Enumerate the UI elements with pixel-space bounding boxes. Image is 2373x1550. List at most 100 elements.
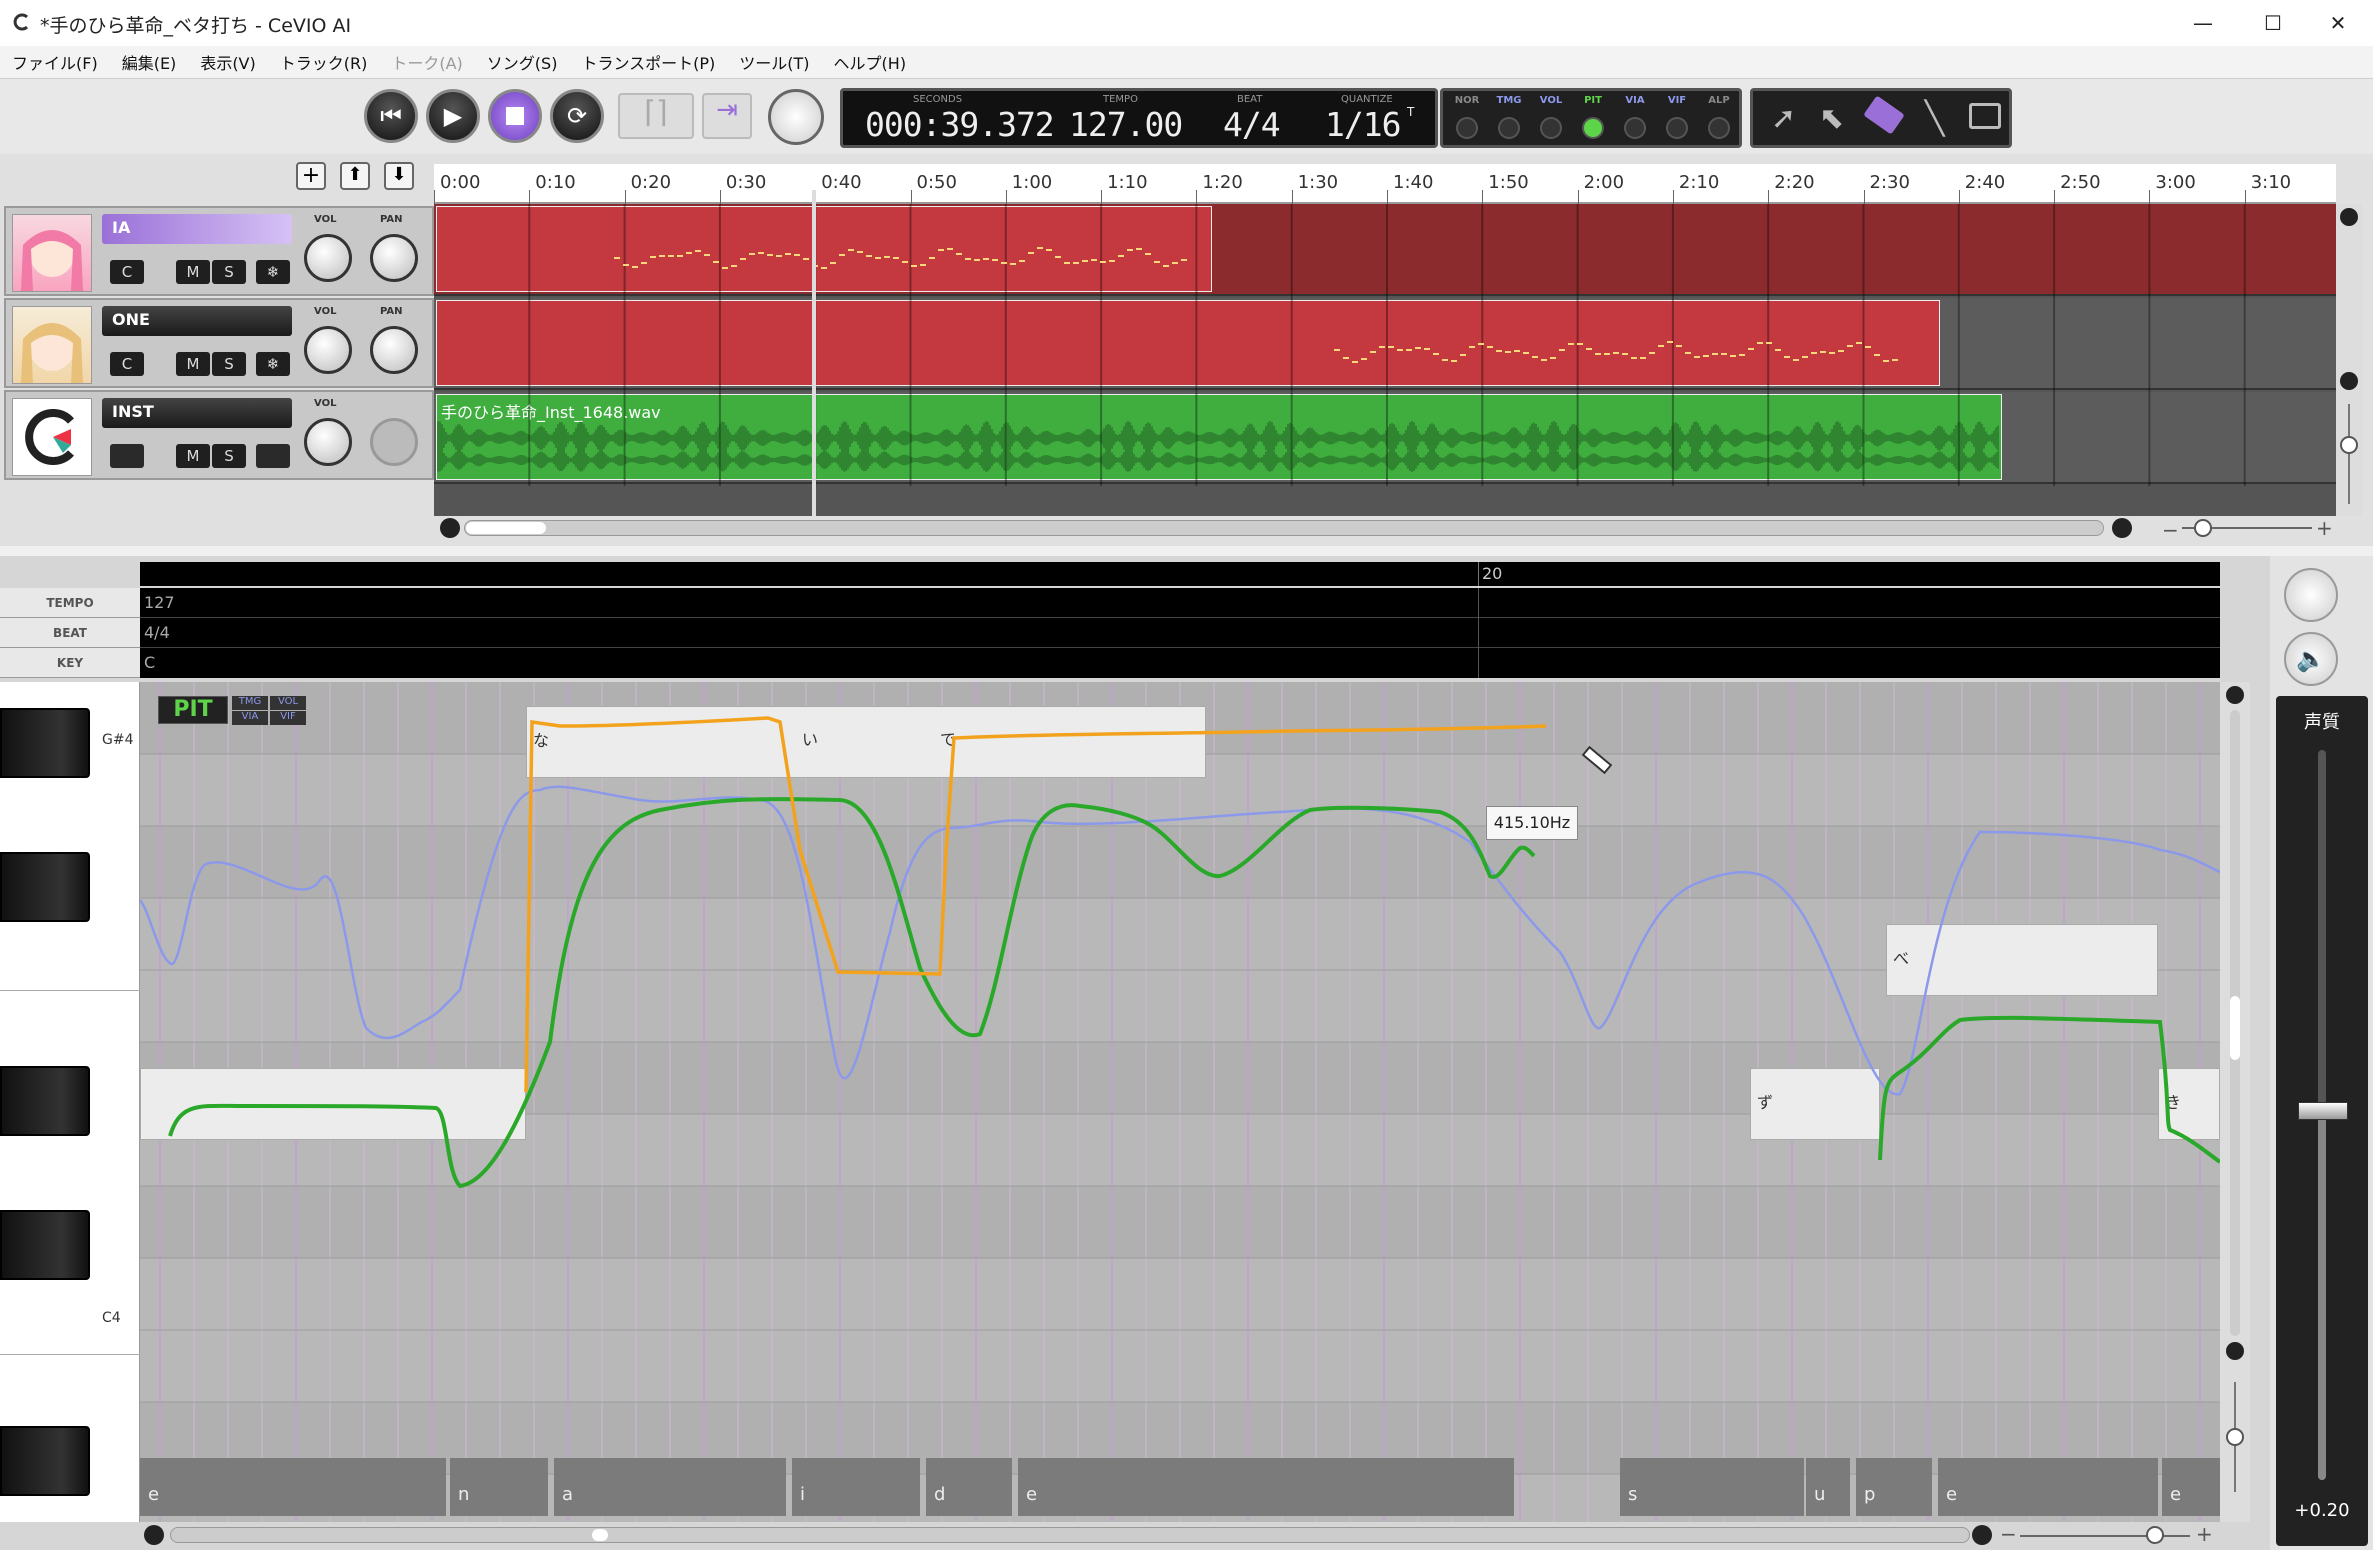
add-track-button[interactable]: + — [296, 162, 326, 190]
close-button[interactable]: ✕ — [2303, 0, 2373, 46]
track-header-inst[interactable]: INST M S VOL — [4, 390, 434, 480]
key-row-value[interactable]: C — [144, 653, 155, 672]
mode-badge-pit[interactable]: PIT — [158, 696, 228, 724]
scroll-thumb[interactable] — [592, 1529, 608, 1541]
solo-button[interactable]: S — [212, 352, 246, 376]
track-name[interactable]: ONE — [102, 306, 292, 336]
line-tool-icon[interactable]: ╲ — [1925, 99, 1944, 137]
pencil-tool-icon[interactable] — [1863, 95, 1905, 135]
scroll-down-icon[interactable] — [2226, 1342, 2244, 1360]
menu-item[interactable]: ソング(S) — [487, 50, 558, 74]
zoom-track[interactable] — [2020, 1535, 2190, 1537]
black-key[interactable] — [0, 1066, 90, 1136]
follow-button[interactable]: ⇥ — [702, 93, 752, 139]
loop-button[interactable]: ⟳ — [550, 89, 604, 143]
phoneme-block[interactable]: e — [2162, 1458, 2220, 1516]
phoneme-block[interactable]: e — [140, 1458, 446, 1516]
scroll-up-icon[interactable] — [2226, 686, 2244, 704]
phoneme-block[interactable]: e — [1938, 1458, 2158, 1516]
phoneme-block[interactable]: e — [1018, 1458, 1514, 1516]
record-button[interactable] — [2284, 568, 2338, 622]
scroll-track[interactable] — [170, 1527, 1970, 1543]
mute-button[interactable]: M — [176, 352, 210, 376]
pitch-curve-edited[interactable] — [1878, 1015, 2220, 1164]
phoneme-block[interactable]: u — [1806, 1458, 1850, 1516]
black-key[interactable] — [0, 1210, 90, 1280]
scroll-right-icon[interactable] — [2112, 518, 2132, 538]
minimize-button[interactable]: — — [2168, 0, 2238, 46]
mode-badge-vif[interactable]: VIF — [270, 711, 306, 725]
freeze-button[interactable]: ❄ — [256, 260, 290, 284]
rewind-button[interactable]: ⏮ — [364, 89, 418, 143]
freeze-button[interactable]: ❄ — [256, 352, 290, 376]
mute-button[interactable]: M — [176, 260, 210, 284]
mode-badge-via[interactable]: VIA — [232, 711, 268, 725]
scroll-down-icon[interactable] — [2340, 372, 2358, 390]
zoom-thumb[interactable] — [2226, 1428, 2244, 1446]
pan-knob[interactable] — [370, 234, 418, 282]
stop-button[interactable] — [488, 89, 542, 143]
zoom-track[interactable] — [2348, 404, 2350, 504]
menu-item[interactable]: 表示(V) — [200, 50, 255, 74]
quantize-value[interactable]: 1/16 — [1325, 105, 1401, 144]
track-header-ia[interactable]: IA C M S ❄ VOL PAN — [4, 206, 434, 296]
play-button[interactable]: ▶ — [426, 89, 480, 143]
copy-button[interactable]: C — [110, 260, 144, 284]
voice-quality-value[interactable]: +0.20 — [2276, 1500, 2368, 1521]
black-key[interactable] — [0, 852, 90, 922]
maximize-button[interactable]: ☐ — [2238, 0, 2308, 46]
solo-button[interactable]: S — [212, 260, 246, 284]
menu-item[interactable]: ヘルプ(H) — [834, 50, 907, 74]
scroll-track[interactable] — [464, 520, 2104, 536]
param-mode-toggle[interactable] — [1666, 117, 1688, 139]
vertical-scrollbar-editor[interactable] — [2220, 682, 2250, 1522]
param-mode-toggle[interactable] — [1708, 117, 1730, 139]
beat-value[interactable]: 4/4 — [1223, 105, 1281, 144]
volume-knob[interactable] — [304, 234, 352, 282]
phoneme-block[interactable]: s — [1620, 1458, 1804, 1516]
piano-keyboard[interactable]: G#4 C4 — [0, 682, 140, 1522]
track-header-one[interactable]: ONE C M S ❄ VOL PAN — [4, 298, 434, 388]
zoom-out-icon[interactable]: − — [2162, 518, 2179, 542]
mode-badge-vol[interactable]: VOL — [270, 696, 306, 710]
menu-item[interactable]: 編集(E) — [122, 50, 177, 74]
phoneme-block[interactable]: i — [792, 1458, 920, 1516]
track-name[interactable]: INST — [102, 398, 292, 428]
scroll-thumb[interactable] — [2230, 996, 2240, 1060]
solo-button[interactable]: S — [212, 444, 246, 468]
zoom-thumb[interactable] — [2146, 1526, 2164, 1544]
timeline-zoom[interactable]: − + — [2162, 516, 2333, 542]
zoom-thumb[interactable] — [2194, 519, 2212, 537]
tempo-row-value[interactable]: 127 — [144, 593, 175, 612]
pan-knob[interactable] — [370, 326, 418, 374]
horizontal-scrollbar-tracks[interactable] — [440, 516, 2132, 540]
horizontal-scrollbar-editor[interactable]: − + — [140, 1522, 2220, 1548]
pitch-curves[interactable] — [140, 682, 2220, 1522]
speaker-button[interactable]: 🔈 — [2284, 632, 2338, 686]
measure-ruler[interactable]: 20 — [140, 562, 2220, 586]
base-pitch-curve[interactable] — [140, 785, 2220, 1096]
copy-button[interactable]: C — [110, 352, 144, 376]
pointer-tool-icon[interactable]: ➚ — [1771, 101, 1796, 136]
vertical-scrollbar-tracks[interactable] — [2336, 204, 2362, 516]
black-key[interactable] — [0, 708, 90, 778]
phoneme-block[interactable]: a — [554, 1458, 786, 1516]
black-key[interactable] — [0, 1426, 90, 1496]
param-mode-toggle[interactable] — [1582, 117, 1604, 139]
phoneme-block[interactable]: p — [1856, 1458, 1932, 1516]
menu-item[interactable]: トラック(R) — [280, 50, 368, 74]
param-mode-toggle[interactable] — [1540, 117, 1562, 139]
window-tool-icon[interactable] — [1969, 103, 2001, 129]
scroll-right-icon[interactable] — [1972, 1525, 1992, 1545]
mute-button[interactable]: M — [176, 444, 210, 468]
menu-item[interactable]: ファイル(F) — [12, 50, 98, 74]
note-grid[interactable]: な い で ず べ き PIT TMG VOL VIA VIF 415.10Hz… — [140, 682, 2220, 1522]
pitch-curve-edited[interactable] — [168, 797, 1536, 1189]
zoom-out-icon[interactable]: − — [2000, 1522, 2017, 1546]
speed-knob[interactable] — [768, 89, 824, 145]
pitch-curve-target[interactable] — [524, 716, 1547, 1093]
param-mode-toggle[interactable] — [1498, 117, 1520, 139]
phoneme-block[interactable]: d — [926, 1458, 1012, 1516]
timeline-ruler[interactable]: 0:00 0:10 0:20 0:30 0:40 0:50 1:00 1:10 1:20 1:30… — [434, 164, 2336, 204]
mode-badge-tmg[interactable]: TMG — [232, 696, 268, 710]
